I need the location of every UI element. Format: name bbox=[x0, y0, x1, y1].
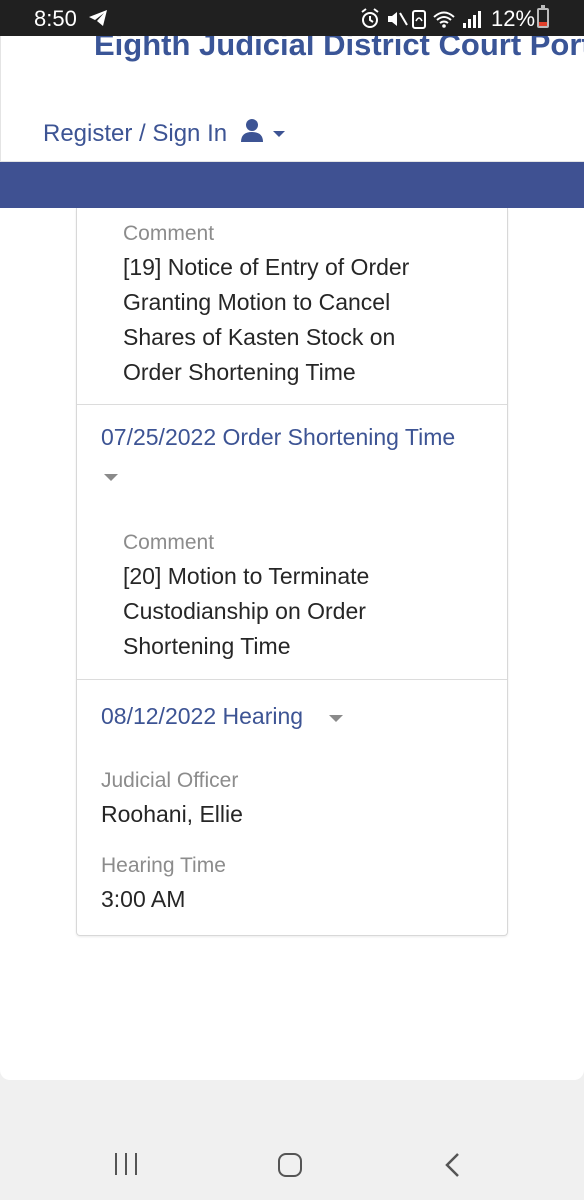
comment-text: [19] Notice of Entry of Order Granting M… bbox=[123, 254, 410, 385]
battery-icon bbox=[537, 5, 549, 28]
comment-text: [20] Motion to Terminate Custodianship o… bbox=[123, 563, 370, 659]
battery-percent: 12% bbox=[491, 6, 536, 31]
status-bar: 8:50 12% bbox=[0, 0, 584, 36]
case-events-card: Comment [19] Notice of Entry of Order Gr… bbox=[76, 208, 508, 936]
hearing-time-label: Hearing Time bbox=[101, 854, 226, 877]
hearing-time-value: 3:00 AM bbox=[101, 886, 186, 912]
event-item: Comment [19] Notice of Entry of Order Gr… bbox=[77, 208, 507, 405]
telegram-icon bbox=[88, 9, 108, 32]
status-time: 8:50 bbox=[34, 6, 77, 31]
back-icon bbox=[445, 1153, 459, 1177]
signin-label: Register / Sign In bbox=[43, 119, 228, 147]
signal-icon bbox=[463, 11, 481, 28]
mute-icon bbox=[388, 12, 408, 26]
alarm-icon bbox=[361, 8, 379, 28]
chevron-down-icon bbox=[273, 130, 286, 137]
register-signin-dropdown[interactable]: Register / Sign In bbox=[43, 118, 286, 149]
judicial-officer-value: Roohani, Ellie bbox=[101, 801, 243, 827]
navigation-bar bbox=[0, 162, 584, 208]
site-header: Eighth Judicial District Court Portal Re… bbox=[0, 36, 584, 162]
comment-label: Comment bbox=[123, 222, 215, 245]
status-icons bbox=[360, 8, 486, 35]
user-icon bbox=[241, 118, 264, 149]
event-title-link[interactable]: 07/25/2022 Order Shortening Time bbox=[101, 424, 455, 451]
web-page: Eighth Judicial District Court Portal Re… bbox=[0, 36, 584, 1080]
comment-label: Comment bbox=[123, 531, 215, 554]
event-title-link[interactable]: 08/12/2022 Hearing bbox=[101, 703, 303, 730]
site-title[interactable]: Eighth Judicial District Court Portal bbox=[94, 36, 584, 63]
event-item: 08/12/2022 Hearing Judicial Officer Rooh… bbox=[77, 680, 507, 935]
recents-icon bbox=[115, 1153, 117, 1175]
nfc-icon bbox=[412, 10, 426, 29]
event-item: 07/25/2022 Order Shortening Time Comment… bbox=[77, 405, 507, 680]
wifi-icon bbox=[433, 11, 455, 28]
home-button[interactable] bbox=[278, 1153, 302, 1177]
recents-button[interactable] bbox=[115, 1153, 137, 1175]
system-navigation-bar bbox=[0, 1080, 584, 1200]
chevron-down-icon[interactable] bbox=[329, 715, 343, 722]
chevron-down-icon[interactable] bbox=[104, 474, 118, 481]
back-button[interactable] bbox=[444, 1152, 462, 1183]
judicial-officer-label: Judicial Officer bbox=[101, 769, 239, 792]
